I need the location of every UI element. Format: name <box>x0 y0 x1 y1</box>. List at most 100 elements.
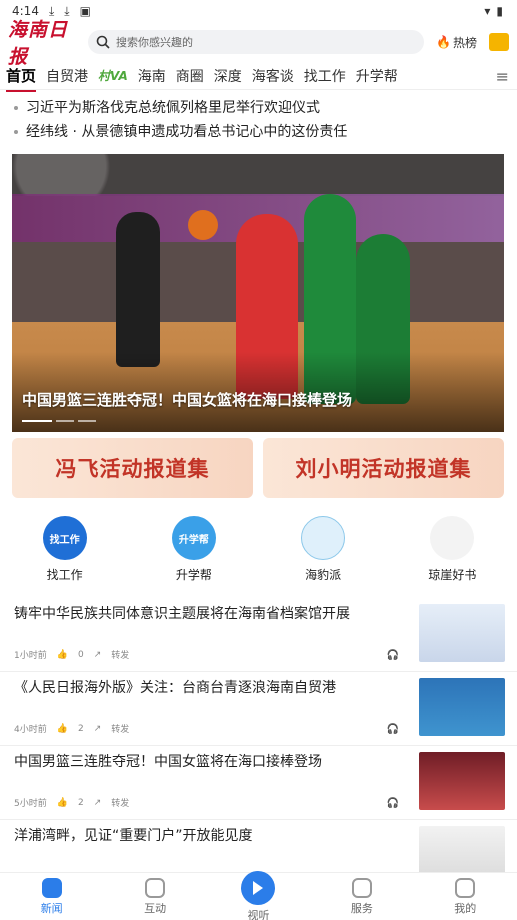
nav-news[interactable]: 新闻 <box>12 877 92 916</box>
nav-label: 新闻 <box>40 901 63 915</box>
share-label: 转发 <box>111 651 130 661</box>
battery-icon: ▮ <box>496 4 503 18</box>
hero-carousel[interactable]: 中国男篮三连胜夺冠！中国女篮将在海口接棒登场 <box>12 154 504 432</box>
service-label: 找工作 <box>46 568 83 582</box>
heart-icon <box>351 877 372 898</box>
hot-list-label: 热榜 <box>452 35 477 50</box>
news-item[interactable]: 铸牢中华民族共同体意识主题展将在海南省档案馆开展 1小时前 👍 0 ↗ 转发 🎧 <box>0 598 517 672</box>
menu-icon[interactable]: ≡ <box>496 67 509 86</box>
feature-banner-1[interactable]: 冯飞活动报道集 <box>12 438 253 498</box>
search-box[interactable]: 搜索你感兴趣的 <box>88 30 425 54</box>
headline-item[interactable]: 习近平为斯洛伐克总统佩列格里尼举行欢迎仪式 <box>14 96 503 120</box>
nav-media[interactable]: 视听 <box>218 870 298 920</box>
feature-banners: 冯飞活动报道集 刘小明活动报道集 <box>12 438 504 498</box>
news-title: 洋浦湾畔，见证“重要门户”开放能见度 <box>14 828 253 844</box>
headline-list: 习近平为斯洛伐克总统佩列格里尼举行欢迎仪式 经纬线 · 从景德镇申遗成功看总书记… <box>0 90 517 144</box>
tab-haiketan[interactable]: 海客谈 <box>252 66 294 86</box>
search-placeholder: 搜索你感兴趣的 <box>116 36 193 49</box>
news-icon <box>41 877 62 898</box>
headline-item[interactable]: 经纬线 · 从景德镇申遗成功看总书记心中的这份责任 <box>14 120 503 144</box>
tab-free-trade-port[interactable]: 自贸港 <box>46 66 88 86</box>
feature-banner-2[interactable]: 刘小明活动报道集 <box>263 438 504 498</box>
news-meta: 1小时前 👍 0 ↗ 转发 <box>14 648 130 662</box>
like-icon[interactable]: 👍 <box>57 724 68 734</box>
service-jobs[interactable]: 找工作 找工作 <box>20 516 110 592</box>
referee-figure <box>116 212 160 367</box>
nav-interaction[interactable]: 互动 <box>115 877 195 916</box>
search-icon <box>96 35 110 49</box>
service-seal[interactable]: 海豹派 <box>278 516 368 592</box>
tab-cunva[interactable]: 村VA <box>98 67 128 84</box>
news-feed: 铸牢中华民族共同体意识主题展将在海南省档案馆开展 1小时前 👍 0 ↗ 转发 🎧… <box>0 598 517 894</box>
share-icon[interactable]: ↗ <box>94 650 102 660</box>
tab-depth[interactable]: 深度 <box>214 66 242 86</box>
service-label: 升学帮 <box>175 568 212 582</box>
like-icon[interactable]: 👍 <box>57 798 68 808</box>
wifi-icon: ▾ <box>484 4 491 18</box>
carousel-dot <box>78 420 96 422</box>
carousel-dot <box>56 420 74 422</box>
basketball-icon <box>188 210 218 240</box>
news-app-screen: { "status": {"time": "4:14"}, "header": … <box>0 0 517 920</box>
play-icon <box>241 870 276 905</box>
nav-label: 服务 <box>350 901 373 915</box>
tab-business[interactable]: 商圈 <box>176 66 204 86</box>
news-title: 中国男篮三连胜夺冠！中国女篮将在海口接棒登场 <box>14 754 322 770</box>
service-books[interactable]: 琼崖好书 <box>407 516 497 592</box>
app-notification-icon: ▣ <box>79 4 91 18</box>
tab-jobs[interactable]: 找工作 <box>304 66 346 86</box>
news-time: 5小时前 <box>14 799 47 809</box>
carousel-dot-active <box>22 420 52 422</box>
profile-icon <box>455 877 476 898</box>
carousel-indicator <box>22 420 96 422</box>
news-thumbnail <box>419 604 505 662</box>
news-meta: 5小时前 👍 2 ↗ 转发 <box>14 796 130 810</box>
tab-home[interactable]: 首页 <box>6 65 37 92</box>
tab-education[interactable]: 升学帮 <box>356 66 398 86</box>
like-count: 2 <box>77 723 84 734</box>
app-logo: 海南日报 <box>8 19 69 68</box>
nav-label: 我的 <box>454 901 477 915</box>
compass-icon <box>145 877 166 898</box>
promo-icon[interactable] <box>489 33 509 51</box>
channel-tabs: 首页 自贸港 村VA 海南 商圈 深度 海客谈 找工作 升学帮 ≡ <box>0 62 517 92</box>
service-shortcuts: 找工作 找工作 升学帮 升学帮 海豹派 琼崖好书 <box>0 516 517 592</box>
jobs-icon: 找工作 <box>42 516 87 560</box>
audio-icon[interactable]: 🎧 <box>387 724 399 735</box>
news-time: 1小时前 <box>14 651 47 661</box>
news-title: 铸牢中华民族共同体意识主题展将在海南省档案馆开展 <box>14 606 350 622</box>
bottom-navigation: 新闻 互动 视听 服务 我的 <box>0 870 517 920</box>
audio-icon[interactable]: 🎧 <box>387 798 399 809</box>
education-icon: 升学帮 <box>171 516 216 560</box>
headline-text: 经纬线 · 从景德镇申遗成功看总书记心中的这份责任 <box>26 124 348 140</box>
service-education[interactable]: 升学帮 升学帮 <box>149 516 239 592</box>
nav-label: 视听 <box>247 908 270 920</box>
news-title: 《人民日报海外版》关注：台商台青逐浪海南自贸港 <box>14 680 336 696</box>
tab-hainan[interactable]: 海南 <box>138 66 166 86</box>
news-thumbnail <box>419 678 505 736</box>
audio-icon[interactable]: 🎧 <box>387 650 399 661</box>
nav-services[interactable]: 服务 <box>322 877 402 916</box>
news-thumbnail <box>419 752 505 810</box>
bullet-icon <box>14 106 18 110</box>
news-meta: 4小时前 👍 2 ↗ 转发 <box>14 722 129 736</box>
top-bar: 海南日报 搜索你感兴趣的 🔥 热榜 <box>0 19 517 68</box>
share-icon[interactable]: ↗ <box>94 798 102 808</box>
news-time: 4小时前 <box>14 725 47 735</box>
seal-icon <box>301 516 346 560</box>
hero-crowd <box>12 154 504 196</box>
service-label: 海豹派 <box>305 568 342 582</box>
like-icon[interactable]: 👍 <box>57 650 68 660</box>
hot-list-button[interactable]: 🔥 热榜 <box>432 34 481 51</box>
news-item[interactable]: 《人民日报海外版》关注：台商台青逐浪海南自贸港 4小时前 👍 2 ↗ 转发 🎧 <box>0 672 517 746</box>
like-count: 0 <box>77 649 84 660</box>
share-label: 转发 <box>111 799 130 809</box>
nav-profile[interactable]: 我的 <box>425 877 505 916</box>
service-label: 琼崖好书 <box>428 568 477 582</box>
news-item[interactable]: 中国男篮三连胜夺冠！中国女篮将在海口接棒登场 5小时前 👍 2 ↗ 转发 🎧 <box>0 746 517 820</box>
fire-icon: 🔥 <box>436 35 451 49</box>
nav-label: 互动 <box>144 901 167 915</box>
like-count: 2 <box>77 797 84 808</box>
bullet-icon <box>14 130 18 134</box>
share-icon[interactable]: ↗ <box>94 724 102 734</box>
